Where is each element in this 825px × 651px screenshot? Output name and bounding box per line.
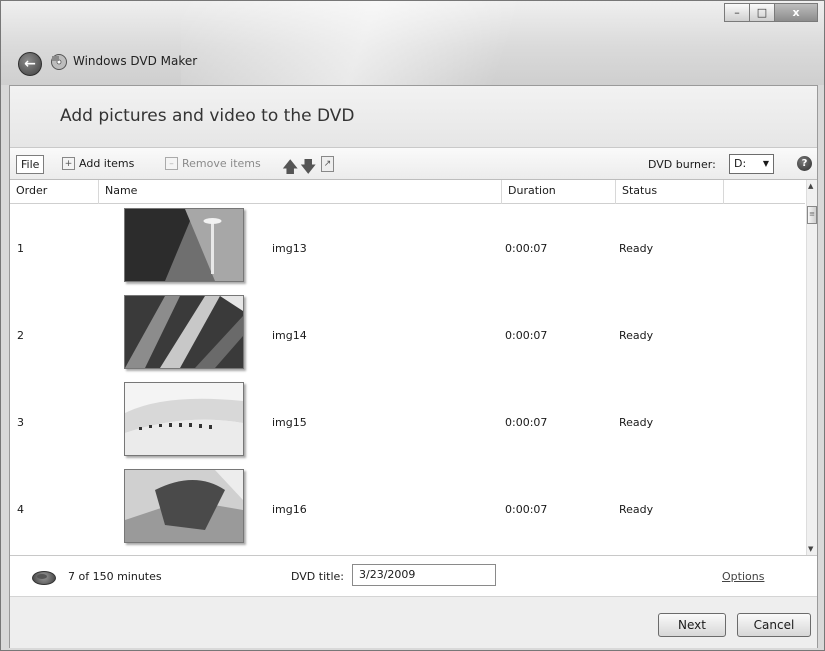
- item-name: img13: [272, 242, 307, 255]
- item-name: img15: [272, 416, 307, 429]
- arrow-up-icon[interactable]: 🡅: [282, 156, 298, 183]
- remove-items-label: Remove items: [182, 157, 261, 170]
- export-icon[interactable]: ↗: [321, 156, 334, 172]
- column-header-order[interactable]: Order: [10, 180, 99, 204]
- item-list: 1 img13 0:00:07 Ready 2 img14 0:00:07 Re…: [10, 204, 805, 555]
- minimize-button[interactable]: –: [724, 3, 750, 22]
- item-thumbnail: [124, 208, 244, 282]
- item-duration: 0:00:07: [505, 329, 548, 342]
- dvd-maker-app-icon: [51, 54, 67, 70]
- file-menu-button[interactable]: File: [16, 155, 45, 174]
- vertical-scrollbar[interactable]: ▲ ≡ ▼: [806, 180, 817, 555]
- list-item[interactable]: 1 img13 0:00:07 Ready: [10, 204, 805, 291]
- item-name: img16: [272, 503, 307, 516]
- toolbar: File + Add items – Remove items 🡅 🡇 ↗ DV…: [10, 148, 817, 180]
- back-arrow-icon[interactable]: ←: [18, 52, 42, 76]
- item-duration: 0:00:07: [505, 503, 548, 516]
- list-item[interactable]: 2 img14 0:00:07 Ready: [10, 291, 805, 378]
- dvd-maker-window: – □ x ← Windows DVD Maker Add pictures a…: [0, 0, 825, 651]
- item-status: Ready: [619, 329, 654, 342]
- item-status: Ready: [619, 503, 654, 516]
- add-items-button[interactable]: + Add items: [62, 157, 134, 170]
- list-item[interactable]: 4 img16 0:00:07 Ready: [10, 465, 805, 552]
- footer-panel: 7 of 150 minutes DVD title: 3/23/2009 Op…: [10, 555, 817, 648]
- column-header-duration[interactable]: Duration: [502, 180, 616, 204]
- item-thumbnail: [124, 382, 244, 456]
- window-controls: – □ x: [724, 3, 818, 22]
- column-header-status[interactable]: Status: [616, 180, 724, 204]
- list-column-header: Order Name Duration Status: [10, 180, 805, 204]
- dvd-burner-select[interactable]: D: ▼: [729, 154, 774, 174]
- minutes-used: 7 of 150 minutes: [68, 570, 162, 583]
- dvd-burner-label: DVD burner:: [648, 158, 716, 171]
- list-item[interactable]: 3 img15 0:00:07 Ready: [10, 378, 805, 465]
- page-title: Add pictures and video to the DVD: [60, 106, 355, 126]
- cancel-button[interactable]: Cancel: [737, 613, 811, 637]
- dvd-title-input[interactable]: 3/23/2009: [352, 564, 496, 586]
- scrollbar-thumb[interactable]: ≡: [807, 206, 817, 224]
- maximize-button[interactable]: □: [749, 3, 775, 22]
- close-button[interactable]: x: [774, 3, 818, 22]
- main-content: Add pictures and video to the DVD File +…: [9, 85, 818, 648]
- item-thumbnail: [124, 295, 244, 369]
- item-order: 3: [17, 416, 24, 429]
- window-title: Windows DVD Maker: [73, 54, 198, 68]
- remove-items-icon: –: [165, 157, 178, 170]
- next-button[interactable]: Next: [658, 613, 726, 637]
- item-duration: 0:00:07: [505, 416, 548, 429]
- dvd-burner-value: D:: [734, 157, 747, 170]
- add-items-label: Add items: [79, 157, 135, 170]
- item-order: 4: [17, 503, 24, 516]
- add-items-icon: +: [62, 157, 75, 170]
- options-link[interactable]: Options: [722, 570, 764, 583]
- scroll-up-icon[interactable]: ▲: [808, 182, 813, 190]
- item-thumbnail: [124, 469, 244, 543]
- help-icon[interactable]: ?: [797, 156, 812, 171]
- column-header-extra[interactable]: [724, 180, 805, 204]
- button-bar: Next Cancel: [10, 596, 817, 648]
- item-order: 1: [17, 242, 24, 255]
- disc-usage-icon: [32, 571, 56, 585]
- item-duration: 0:00:07: [505, 242, 548, 255]
- item-order: 2: [17, 329, 24, 342]
- column-header-name[interactable]: Name: [99, 180, 502, 204]
- remove-items-button[interactable]: – Remove items: [165, 157, 261, 170]
- scroll-down-icon[interactable]: ▼: [808, 545, 813, 553]
- title-bar: – □ x ← Windows DVD Maker: [1, 1, 824, 85]
- chevron-down-icon: ▼: [762, 159, 769, 168]
- page-header: Add pictures and video to the DVD: [10, 86, 817, 148]
- item-name: img14: [272, 329, 307, 342]
- arrow-down-icon[interactable]: 🡇: [300, 156, 316, 183]
- item-status: Ready: [619, 242, 654, 255]
- item-status: Ready: [619, 416, 654, 429]
- dvd-title-label: DVD title:: [291, 570, 344, 583]
